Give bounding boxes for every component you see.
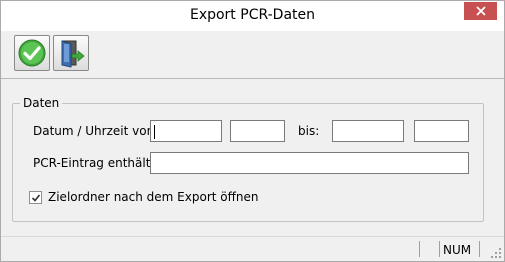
- time-to-input[interactable]: [414, 120, 469, 142]
- ok-button[interactable]: [14, 35, 50, 71]
- status-separator: [419, 241, 420, 257]
- resize-grip-icon[interactable]: [490, 247, 502, 259]
- time-from-input[interactable]: [230, 120, 285, 142]
- checkmark-icon: [31, 193, 40, 202]
- date-to-input[interactable]: [332, 120, 404, 142]
- date-from-input[interactable]: [150, 120, 222, 142]
- bis-label: bis:: [298, 124, 320, 138]
- pcr-entry-label: PCR-Eintrag enthält:: [33, 156, 155, 170]
- toolbar: [1, 31, 504, 79]
- green-checkmark-icon: [18, 39, 46, 67]
- pcr-entry-input[interactable]: [150, 152, 469, 174]
- group-label: Daten: [20, 96, 63, 110]
- title-bar[interactable]: Export PCR-Daten: [1, 1, 504, 31]
- status-separator: [439, 241, 440, 257]
- window-title: Export PCR-Daten: [189, 7, 316, 23]
- open-folder-checkbox[interactable]: [29, 191, 42, 204]
- date-range-label: Datum / Uhrzeit von:: [33, 124, 159, 138]
- export-dialog: Export PCR-Daten Daten Datum / Uhrzeit v…: [0, 0, 505, 262]
- status-separator: [479, 241, 480, 257]
- close-button[interactable]: [464, 2, 497, 20]
- num-lock-indicator: NUM: [443, 243, 472, 257]
- text-cursor: [154, 125, 155, 139]
- exit-door-icon: [61, 40, 85, 68]
- exit-button[interactable]: [53, 35, 89, 71]
- close-icon: [475, 6, 486, 16]
- status-bar: NUM: [1, 236, 504, 261]
- open-folder-label[interactable]: Zielordner nach dem Export öffnen: [48, 190, 258, 204]
